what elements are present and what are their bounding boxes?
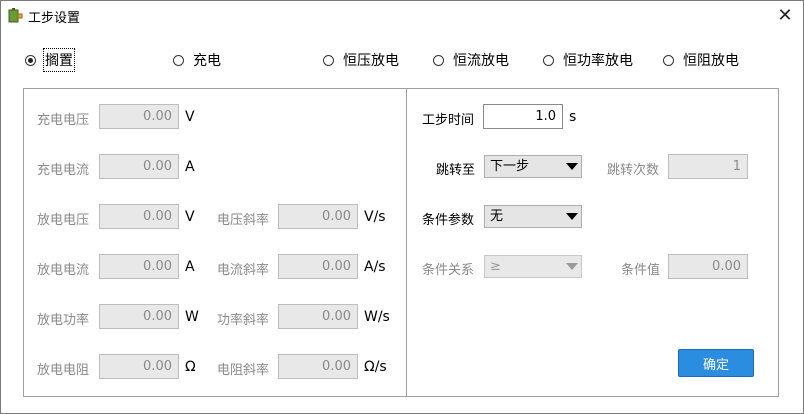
current-slope-label: 电流斜率	[217, 263, 270, 278]
dropdown-arrow-icon	[566, 163, 578, 170]
radio-icon	[543, 54, 554, 66]
radio-icon	[173, 54, 184, 66]
voltage-slope-input[interactable]: 0.00	[278, 204, 358, 229]
current-slope-unit: A/s	[364, 259, 386, 275]
title-bar: 工步设置 ✕	[1, 1, 803, 31]
mode-selector: 搁置 充电 恒压放电 恒流放电 恒功率放电 恒阻放电	[1, 48, 803, 73]
discharge-resistance-unit: Ω	[185, 359, 196, 375]
condition-param-label: 条件参数	[422, 213, 475, 228]
ok-button[interactable]: 确定	[678, 349, 754, 377]
radio-checked-icon	[25, 54, 36, 66]
condition-relation-value: ≥	[490, 259, 501, 274]
jump-count-input[interactable]: 1	[668, 154, 748, 179]
power-slope-unit: W/s	[364, 309, 390, 325]
charge-voltage-input[interactable]: 0.00	[99, 104, 179, 129]
step-settings-dialog: 工步设置 ✕ 搁置 充电 恒压放电 恒流放电 恒功率放电 恒阻放电 充电电压 0…	[0, 0, 804, 414]
dropdown-arrow-icon	[566, 263, 578, 270]
condition-value-label: 条件值	[621, 263, 661, 278]
discharge-power-unit: W	[185, 309, 199, 325]
mode-radio-cc-discharge[interactable]: 恒流放电	[433, 49, 509, 71]
condition-value-input[interactable]: 0.00	[668, 254, 748, 279]
condition-param-value: 无	[490, 209, 504, 224]
jump-count-label: 跳转次数	[607, 163, 660, 178]
voltage-slope-unit: V/s	[364, 209, 386, 225]
resistance-slope-label: 电阻斜率	[217, 363, 270, 378]
step-time-label: 工步时间	[422, 113, 475, 128]
mode-radio-cr-discharge[interactable]: 恒阻放电	[663, 49, 739, 71]
mode-label: 搁置	[43, 48, 75, 72]
condition-relation-select[interactable]: ≥	[484, 255, 582, 278]
discharge-power-label: 放电功率	[37, 313, 90, 328]
close-button[interactable]: ✕	[771, 3, 799, 27]
discharge-voltage-label: 放电电压	[37, 213, 90, 228]
mode-radio-rest[interactable]: 搁置	[25, 48, 75, 72]
mode-radio-cv-discharge[interactable]: 恒压放电	[323, 49, 399, 71]
discharge-resistance-label: 放电电阻	[37, 363, 90, 378]
dropdown-arrow-icon	[566, 213, 578, 220]
discharge-voltage-input[interactable]: 0.00	[99, 204, 179, 229]
current-slope-input[interactable]: 0.00	[278, 254, 358, 279]
charge-voltage-unit: V	[185, 109, 195, 125]
jump-to-value: 下一步	[490, 159, 530, 174]
mode-label: 恒流放电	[453, 53, 509, 69]
discharge-current-label: 放电电流	[37, 263, 90, 278]
step-time-input[interactable]: 1.0	[483, 104, 563, 129]
discharge-power-input[interactable]: 0.00	[99, 304, 179, 329]
power-slope-input[interactable]: 0.00	[278, 304, 358, 329]
jump-to-select[interactable]: 下一步	[484, 155, 582, 178]
mode-label: 恒功率放电	[563, 53, 633, 69]
radio-icon	[433, 54, 444, 66]
discharge-current-unit: A	[185, 259, 195, 275]
condition-relation-label: 条件关系	[422, 263, 475, 278]
window-title: 工步设置	[28, 11, 81, 26]
parameters-panel	[23, 88, 407, 397]
close-icon: ✕	[777, 4, 793, 26]
mode-radio-charge[interactable]: 充电	[173, 49, 221, 71]
radio-icon	[663, 54, 674, 66]
mode-radio-cp-discharge[interactable]: 恒功率放电	[543, 49, 633, 71]
charge-current-label: 充电电流	[37, 163, 90, 178]
discharge-current-input[interactable]: 0.00	[99, 254, 179, 279]
mode-label: 恒阻放电	[683, 53, 739, 69]
charge-voltage-label: 充电电压	[37, 113, 90, 128]
charge-current-input[interactable]: 0.00	[99, 154, 179, 179]
mode-label: 充电	[193, 53, 221, 69]
discharge-voltage-unit: V	[185, 209, 195, 225]
condition-param-select[interactable]: 无	[484, 205, 582, 228]
step-time-unit: s	[569, 109, 577, 125]
battery-app-icon	[8, 8, 23, 23]
discharge-resistance-input[interactable]: 0.00	[99, 354, 179, 379]
voltage-slope-label: 电压斜率	[217, 213, 270, 228]
mode-label: 恒压放电	[343, 53, 399, 69]
charge-current-unit: A	[185, 159, 195, 175]
radio-icon	[323, 54, 334, 66]
resistance-slope-unit: Ω/s	[364, 359, 387, 375]
jump-to-label: 跳转至	[436, 163, 476, 178]
power-slope-label: 功率斜率	[217, 313, 270, 328]
resistance-slope-input[interactable]: 0.00	[278, 354, 358, 379]
